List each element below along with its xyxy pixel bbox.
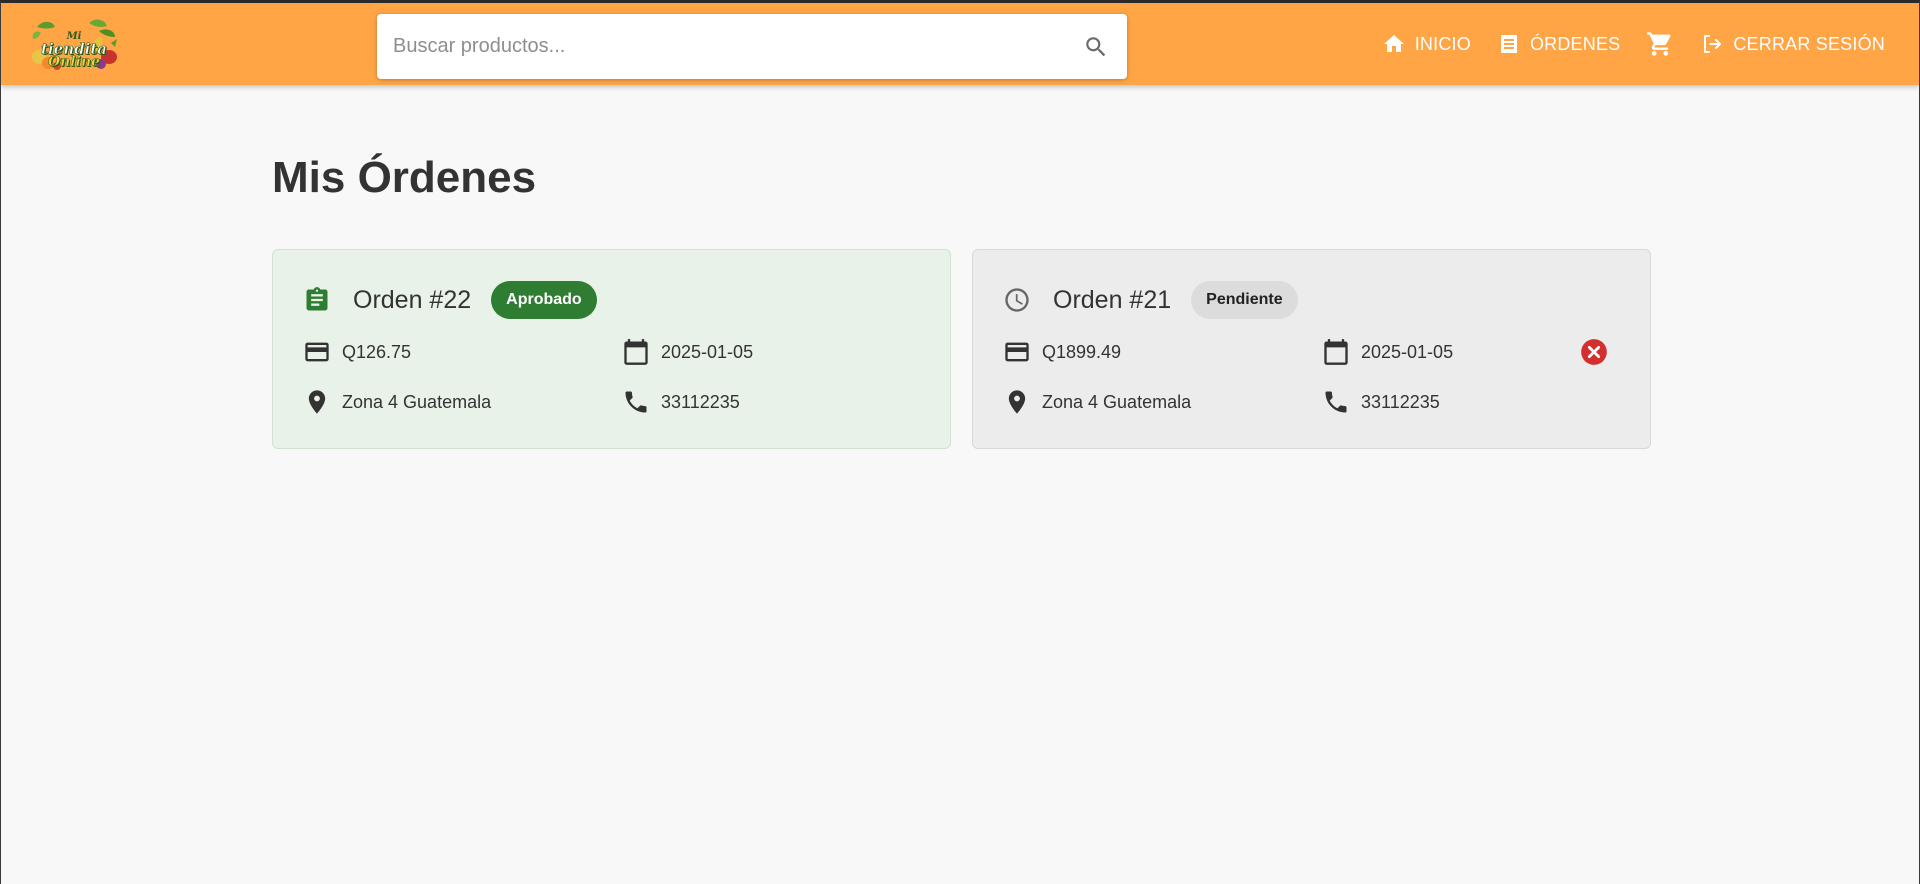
order-total-value: Q1899.49 (1042, 341, 1122, 362)
store-logo[interactable]: Mi tiendita Online (29, 17, 119, 73)
clipboard-icon (303, 286, 333, 314)
order-address-value: Zona 4 Guatemala (1042, 391, 1192, 412)
page: Mi tiendita Online INICIO (0, 0, 1920, 884)
main-nav: INICIO ÓRDENES CERRAR SESIÓN (1356, 3, 1885, 85)
order-total: Q126.75 (303, 335, 411, 369)
order-date: 2025-01-05 (622, 335, 753, 369)
cancel-order-button[interactable] (1580, 338, 1608, 366)
calendar-icon (622, 338, 652, 366)
clock-icon (1003, 286, 1033, 314)
search-bar (377, 14, 1127, 79)
receipt-icon (1497, 32, 1521, 56)
nav-logout-label: CERRAR SESIÓN (1733, 33, 1885, 54)
order-address-value: Zona 4 Guatemala (342, 391, 492, 412)
orders-list: Orden #22 Aprobado Q126.75 2025-01-05 Zo… (272, 249, 1652, 451)
search-button[interactable] (1079, 30, 1113, 64)
order-title: Orden #22 (353, 285, 472, 314)
search-icon (1086, 37, 1106, 57)
home-icon (1382, 32, 1406, 56)
page-title: Mis Órdenes (272, 153, 537, 202)
order-card[interactable]: Orden #22 Aprobado Q126.75 2025-01-05 Zo… (272, 249, 951, 449)
nav-cart[interactable] (1646, 30, 1674, 58)
order-address: Zona 4 Guatemala (1003, 385, 1191, 419)
search-input[interactable] (391, 14, 1055, 79)
order-date-value: 2025-01-05 (1361, 341, 1454, 362)
order-address: Zona 4 Guatemala (303, 385, 491, 419)
location-pin-icon (303, 388, 333, 416)
nav-logout[interactable]: CERRAR SESIÓN (1700, 32, 1885, 56)
order-total: Q1899.49 (1003, 335, 1121, 369)
nav-home[interactable]: INICIO (1382, 32, 1471, 56)
order-date-value: 2025-01-05 (661, 341, 754, 362)
credit-card-icon (303, 338, 333, 366)
shopping-cart-icon (1646, 30, 1674, 58)
status-badge: Aprobado (491, 281, 597, 319)
order-card-header: Orden #21 Pendiente (1003, 280, 1298, 320)
cancel-icon (1581, 339, 1607, 365)
order-date: 2025-01-05 (1322, 335, 1453, 369)
nav-orders[interactable]: ÓRDENES (1497, 32, 1620, 56)
top-navigation-bar: Mi tiendita Online INICIO (1, 3, 1919, 85)
logo-text: Mi tiendita Online (29, 17, 119, 73)
order-phone-value: 33112235 (661, 391, 740, 412)
nav-orders-label: ÓRDENES (1529, 33, 1621, 54)
logout-icon (1700, 32, 1724, 56)
order-phone: 33112235 (1322, 385, 1440, 419)
order-total-value: Q126.75 (342, 341, 412, 362)
calendar-icon (1322, 338, 1352, 366)
order-card[interactable]: Orden #21 Pendiente Q1899.49 2025-01-05 (972, 249, 1651, 449)
status-badge: Pendiente (1191, 281, 1298, 319)
order-card-header: Orden #22 Aprobado (303, 280, 597, 320)
phone-icon (1322, 388, 1352, 416)
order-phone: 33112235 (622, 385, 740, 419)
credit-card-icon (1003, 338, 1033, 366)
phone-icon (622, 388, 652, 416)
location-pin-icon (1003, 388, 1033, 416)
nav-home-label: INICIO (1414, 33, 1471, 54)
order-phone-value: 33112235 (1361, 391, 1440, 412)
order-title: Orden #21 (1053, 285, 1172, 314)
